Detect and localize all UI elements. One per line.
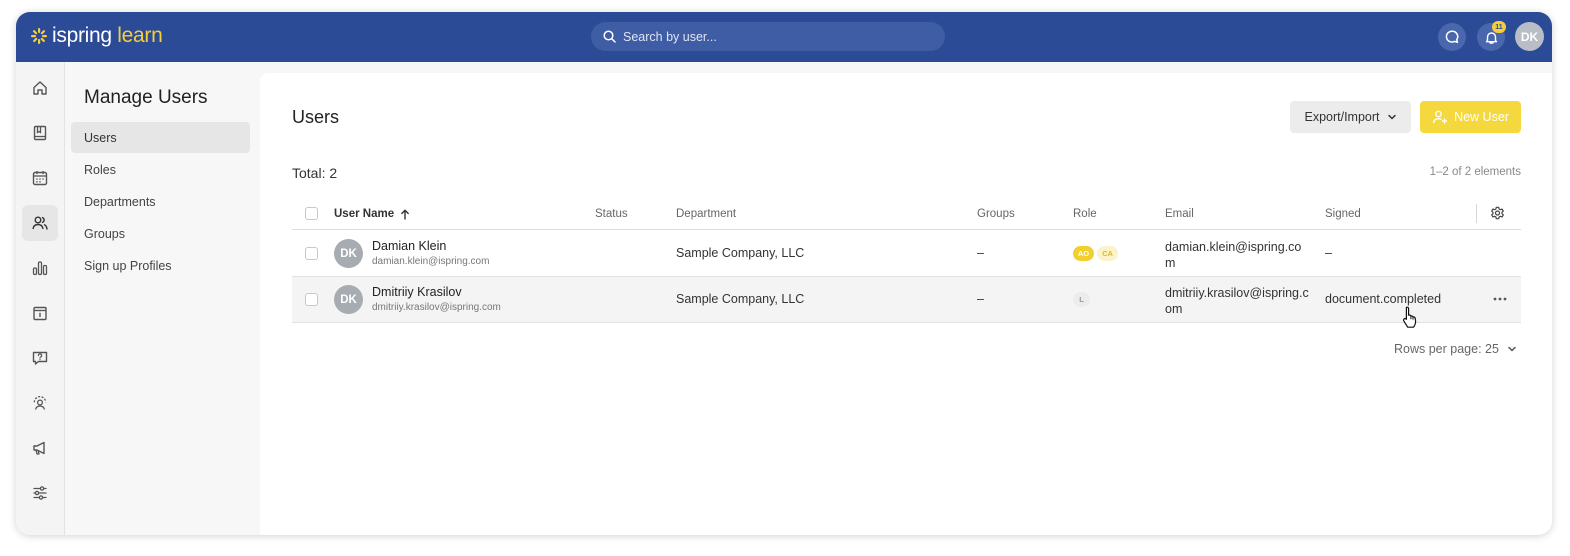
ispring-logo-icon <box>31 28 47 44</box>
chevron-down-icon <box>1508 346 1516 352</box>
department-cell: Sample Company, LLC <box>676 246 805 260</box>
email-cell: dmitriiy.krasilov@ispring.com <box>1165 286 1309 316</box>
main-content: Users Export/Import New User Total: 2 1–… <box>260 73 1552 535</box>
role-badge: L <box>1073 292 1090 307</box>
table-row[interactable]: DK Dmitriiy Krasilov dmitriiy.krasilov@i… <box>292 277 1521 323</box>
sidebar-item-groups[interactable]: Groups <box>71 218 250 249</box>
column-role[interactable]: Role <box>1073 208 1097 220</box>
user-email-small: dmitriiy.krasilov@ispring.com <box>372 302 501 313</box>
question-chat-icon <box>32 351 48 365</box>
search-input[interactable] <box>623 29 923 44</box>
search-icon <box>603 30 616 43</box>
book-icon <box>33 125 47 141</box>
rail-users[interactable] <box>22 205 58 241</box>
user-name[interactable]: Dmitriiy Krasilov <box>372 285 462 299</box>
signed-cell: document.completed <box>1325 292 1442 306</box>
avatar: DK <box>334 285 363 314</box>
rail-reports[interactable] <box>22 250 58 286</box>
users-icon <box>32 216 48 230</box>
role-badge: CA <box>1097 246 1118 261</box>
notifications-button[interactable]: 11 <box>1477 21 1506 51</box>
rail-questions[interactable] <box>22 340 58 376</box>
add-user-icon <box>1432 110 1448 124</box>
sidebar-item-users[interactable]: Users <box>71 122 250 153</box>
gear-icon <box>1491 206 1504 220</box>
row-checkbox[interactable] <box>305 247 318 260</box>
home-icon <box>33 81 47 95</box>
megaphone-icon <box>33 441 45 455</box>
signed-cell: – <box>1325 246 1332 260</box>
logo-prefix: ispring <box>52 24 112 47</box>
new-user-label: New User <box>1454 110 1509 124</box>
panel-title: Manage Users <box>84 87 208 108</box>
table-row[interactable]: DK Damian Klein damian.klein@ispring.com… <box>292 231 1521 277</box>
groups-cell: – <box>977 292 984 306</box>
manage-users-panel: Manage Users Users Roles Departments Gro… <box>65 62 260 535</box>
rail-home[interactable] <box>22 70 58 106</box>
top-bar: ispring learn 11 DK <box>16 12 1552 62</box>
search-bar[interactable] <box>591 22 945 51</box>
user-email-small: damian.klein@ispring.com <box>372 256 490 267</box>
avatar: DK <box>334 239 363 268</box>
info-card-icon <box>33 306 47 321</box>
new-user-button[interactable]: New User <box>1420 101 1521 133</box>
column-divider <box>1476 204 1477 223</box>
table-header: User Name Status Department Groups Role … <box>292 199 1521 230</box>
column-settings-button[interactable] <box>1490 206 1505 226</box>
total-count: Total: 2 <box>292 165 338 181</box>
column-user-name-label: User Name <box>334 208 395 220</box>
chart-icon <box>32 261 48 276</box>
rail-support[interactable] <box>22 385 58 421</box>
logo-suffix: learn <box>111 24 163 47</box>
export-import-button[interactable]: Export/Import <box>1290 101 1411 133</box>
email-cell: damian.klein@ispring.com <box>1165 240 1302 270</box>
sidebar-item-signup-profiles[interactable]: Sign up Profiles <box>71 250 250 281</box>
hand-cursor-icon <box>1400 305 1420 334</box>
rail-courses[interactable] <box>22 115 58 151</box>
column-signed[interactable]: Signed <box>1325 208 1361 220</box>
sidebar-item-departments[interactable]: Departments <box>71 186 250 217</box>
notification-count-badge: 11 <box>1492 21 1506 33</box>
user-name[interactable]: Damian Klein <box>372 239 446 253</box>
row-more-button[interactable] <box>1492 291 1508 311</box>
more-horizontal-icon <box>1493 297 1507 301</box>
user-avatar[interactable]: DK <box>1515 22 1544 51</box>
logo[interactable]: ispring learn <box>30 24 163 48</box>
support-icon <box>33 395 47 410</box>
rows-per-page-select[interactable]: Rows per page: 25 <box>1394 342 1517 356</box>
rows-per-page-label: Rows per page: 25 <box>1394 342 1499 356</box>
page-title: Users <box>292 107 340 127</box>
role-badge: AO <box>1073 246 1094 261</box>
nav-rail <box>16 62 65 535</box>
rail-announcements[interactable] <box>22 430 58 466</box>
sliders-icon <box>33 486 47 500</box>
column-status[interactable]: Status <box>595 208 628 220</box>
rail-calendar[interactable] <box>22 160 58 196</box>
column-department[interactable]: Department <box>676 208 736 220</box>
app-window: ispring learn 11 DK <box>16 12 1552 535</box>
chevron-down-icon <box>1387 114 1396 120</box>
sort-ascending-icon <box>401 209 409 220</box>
rail-info[interactable] <box>22 295 58 331</box>
sidebar-item-roles[interactable]: Roles <box>71 154 250 185</box>
logo-text: ispring learn <box>52 24 163 48</box>
calendar-icon <box>32 171 48 186</box>
row-checkbox[interactable] <box>305 293 318 306</box>
column-groups[interactable]: Groups <box>977 208 1015 220</box>
help-button[interactable] <box>1438 23 1466 51</box>
groups-cell: – <box>977 246 984 260</box>
select-all-checkbox[interactable] <box>305 207 318 220</box>
chat-bubble-icon <box>1445 30 1459 44</box>
elements-count: 1–2 of 2 elements <box>1429 166 1521 178</box>
rail-settings[interactable] <box>22 475 58 511</box>
column-email[interactable]: Email <box>1165 208 1194 220</box>
column-user-name[interactable]: User Name <box>334 208 410 220</box>
department-cell: Sample Company, LLC <box>676 292 805 306</box>
export-import-label: Export/Import <box>1304 110 1380 124</box>
